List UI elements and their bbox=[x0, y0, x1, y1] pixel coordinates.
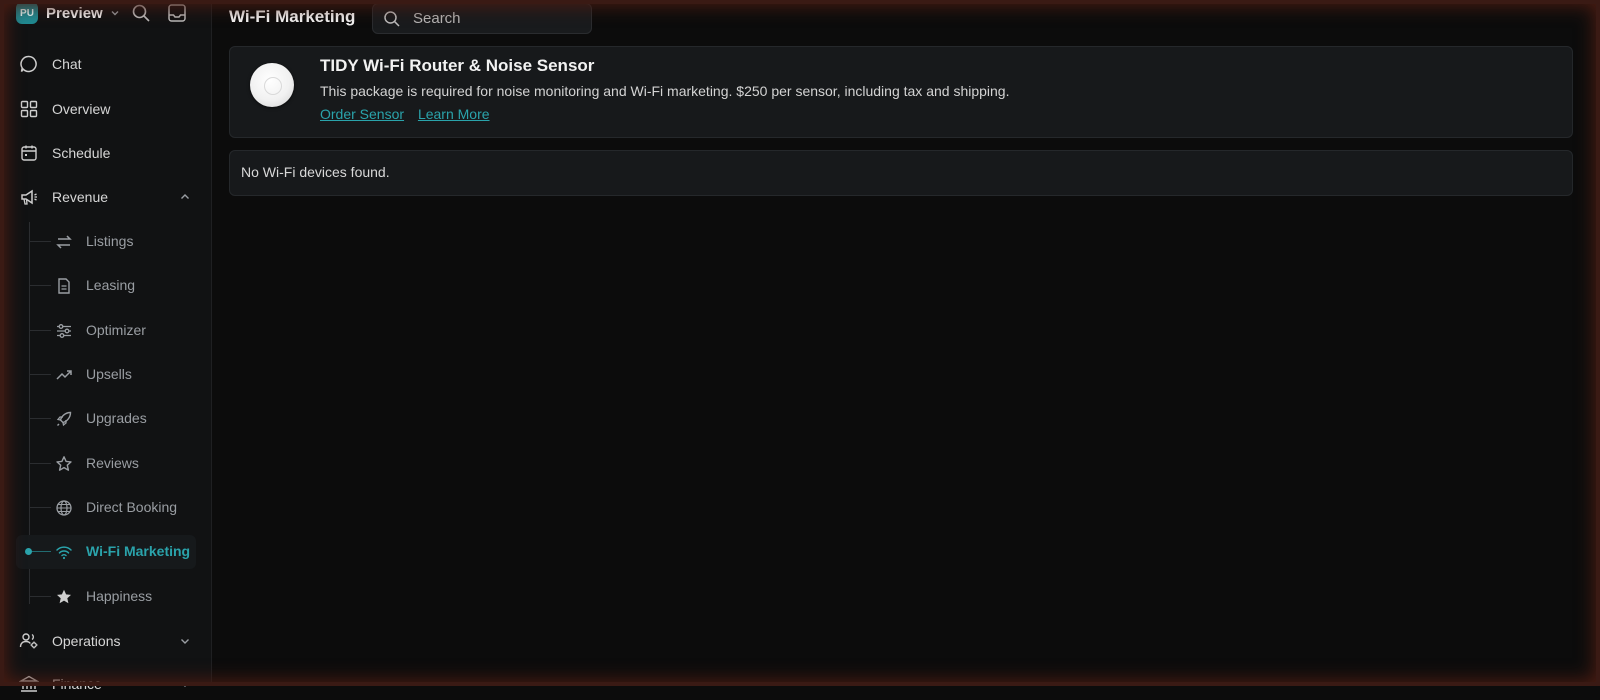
workspace-name[interactable]: Preview bbox=[46, 5, 103, 22]
sidebar-item-label: Optimizer bbox=[86, 322, 146, 338]
chevron-down-icon[interactable] bbox=[178, 634, 192, 651]
arrows-swap-icon bbox=[53, 231, 75, 253]
sidebar-item-label: Upgrades bbox=[86, 410, 147, 426]
tree-branch bbox=[29, 374, 51, 375]
nav-chat-label: Chat bbox=[52, 56, 82, 72]
sidebar-item-label: Reviews bbox=[86, 455, 139, 471]
active-indicator-dot bbox=[25, 548, 32, 555]
product-description: This package is required for noise monit… bbox=[320, 83, 1010, 99]
chevron-up-icon[interactable] bbox=[178, 190, 192, 207]
sidebar-item-wifi-marketing[interactable]: Wi-Fi Marketing bbox=[16, 535, 196, 569]
main-content: Wi-Fi Marketing TIDY Wi-Fi Router & Nois… bbox=[212, 0, 1600, 686]
product-card: TIDY Wi-Fi Router & Noise Sensor This pa… bbox=[229, 46, 1573, 138]
tree-branch bbox=[29, 507, 51, 508]
page-title: Wi-Fi Marketing bbox=[229, 7, 356, 26]
tree-branch bbox=[29, 418, 51, 419]
star-outline-icon bbox=[53, 453, 75, 475]
search-icon bbox=[383, 10, 401, 28]
tree-branch bbox=[29, 330, 51, 331]
document-icon bbox=[53, 275, 75, 297]
search-input[interactable] bbox=[411, 9, 575, 28]
tree-branch bbox=[29, 285, 51, 286]
megaphone-icon bbox=[18, 186, 40, 208]
sliders-icon bbox=[53, 320, 75, 342]
workspace-header: PU Preview bbox=[16, 2, 196, 24]
nav-chat[interactable]: Chat bbox=[16, 48, 196, 80]
star-filled-icon bbox=[53, 586, 75, 608]
users-gear-icon bbox=[18, 630, 40, 652]
search-icon[interactable] bbox=[130, 2, 152, 24]
chat-bubble-icon bbox=[18, 53, 40, 75]
nav-overview[interactable]: Overview bbox=[16, 93, 196, 125]
search-box[interactable] bbox=[372, 3, 592, 34]
sidebar-item-label: Wi-Fi Marketing bbox=[86, 543, 191, 559]
sidebar-item-label: Upsells bbox=[86, 366, 132, 382]
tree-branch bbox=[29, 596, 51, 597]
sidebar-item-reviews[interactable]: Reviews bbox=[16, 447, 196, 481]
nav-finance-label: Finance bbox=[52, 676, 102, 692]
wifi-icon bbox=[53, 541, 75, 563]
trending-up-icon bbox=[53, 364, 75, 386]
sidebar-item-leasing[interactable]: Leasing bbox=[16, 269, 196, 303]
sidebar: PU Preview Chat Overview Schedule Revenu… bbox=[0, 0, 212, 692]
nav-operations-label: Operations bbox=[52, 633, 121, 649]
grid-icon bbox=[18, 98, 40, 120]
nav-schedule-label: Schedule bbox=[52, 145, 111, 161]
sidebar-item-optimizer[interactable]: Optimizer bbox=[16, 314, 196, 348]
order-sensor-link[interactable]: Order Sensor bbox=[320, 106, 404, 122]
nav-revenue[interactable]: Revenue bbox=[16, 181, 196, 213]
nav-revenue-label: Revenue bbox=[52, 189, 109, 205]
sidebar-item-label: Listings bbox=[86, 233, 134, 249]
tree-branch bbox=[29, 551, 51, 552]
nav-schedule[interactable]: Schedule bbox=[16, 137, 196, 169]
nav-finance[interactable]: Finance bbox=[16, 668, 196, 700]
bank-icon bbox=[18, 673, 40, 695]
sidebar-item-upsells[interactable]: Upsells bbox=[16, 358, 196, 392]
rocket-icon bbox=[53, 408, 75, 430]
inbox-icon[interactable] bbox=[166, 2, 188, 24]
chevron-down-icon[interactable] bbox=[109, 7, 121, 19]
sidebar-item-direct-booking[interactable]: Direct Booking bbox=[16, 491, 196, 525]
product-title: TIDY Wi-Fi Router & Noise Sensor bbox=[320, 56, 595, 75]
tree-branch bbox=[29, 463, 51, 464]
nav-operations[interactable]: Operations bbox=[16, 625, 196, 657]
router-device-image bbox=[250, 63, 294, 107]
calendar-icon bbox=[18, 142, 40, 164]
sidebar-item-label: Leasing bbox=[86, 277, 136, 293]
tree-branch bbox=[29, 241, 51, 242]
sidebar-item-listings[interactable]: Listings bbox=[16, 225, 196, 259]
sidebar-item-upgrades[interactable]: Upgrades bbox=[16, 402, 196, 436]
product-links: Order Sensor Learn More bbox=[320, 106, 500, 122]
nav-overview-label: Overview bbox=[52, 101, 111, 117]
sidebar-item-happiness[interactable]: Happiness bbox=[16, 580, 196, 614]
sidebar-item-label: Happiness bbox=[86, 588, 153, 604]
sidebar-item-label: Direct Booking bbox=[86, 499, 178, 515]
empty-state-panel: No Wi-Fi devices found. bbox=[229, 150, 1573, 196]
empty-state-message: No Wi-Fi devices found. bbox=[241, 164, 390, 180]
globe-icon bbox=[53, 497, 75, 519]
workspace-avatar[interactable]: PU bbox=[16, 2, 38, 24]
learn-more-link[interactable]: Learn More bbox=[418, 106, 490, 122]
